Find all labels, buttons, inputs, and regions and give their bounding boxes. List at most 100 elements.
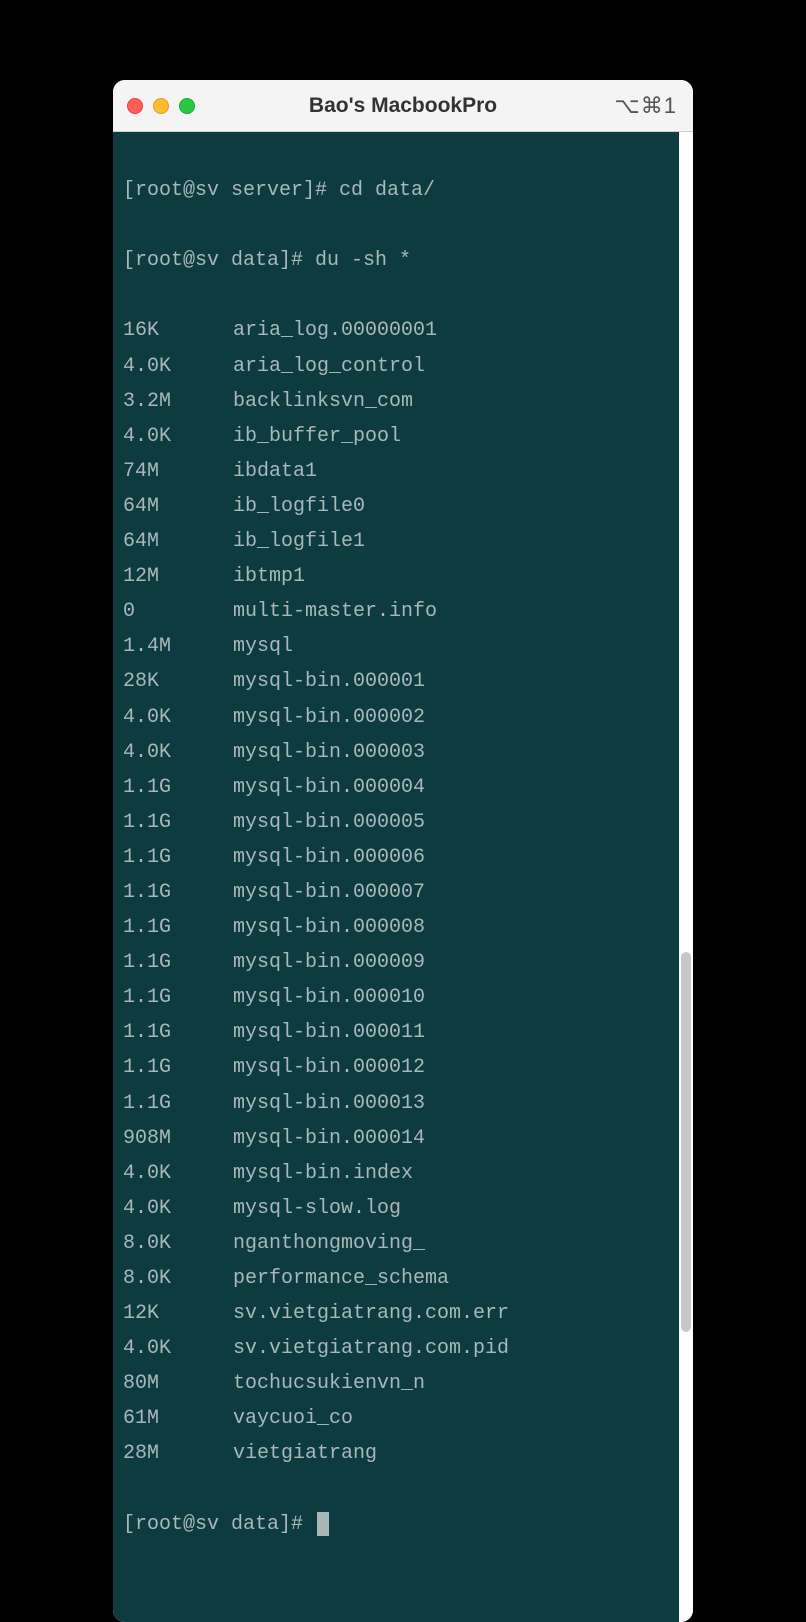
file-name: vietgiatrang [233, 1436, 669, 1471]
terminal-wrap: [root@sv server]# cd data/ [root@sv data… [113, 132, 693, 1622]
du-row: 3.2Mbacklinksvn_com [123, 384, 669, 419]
file-name: mysql-bin.000004 [233, 770, 669, 805]
file-size: 4.0K [123, 1156, 233, 1191]
file-size: 4.0K [123, 700, 233, 735]
file-size: 8.0K [123, 1261, 233, 1296]
file-size: 4.0K [123, 419, 233, 454]
file-size: 12M [123, 559, 233, 594]
du-row: 8.0Kperformance_schema [123, 1261, 669, 1296]
file-name: mysql-bin.000001 [233, 664, 669, 699]
file-size: 1.1G [123, 770, 233, 805]
du-row: 0multi-master.info [123, 594, 669, 629]
du-row: 16Karia_log.00000001 [123, 313, 669, 348]
file-name: mysql-bin.index [233, 1156, 669, 1191]
file-name: mysql-bin.000012 [233, 1050, 669, 1085]
traffic-lights [127, 98, 195, 114]
file-name: ib_logfile1 [233, 524, 669, 559]
du-row: 12Ksv.vietgiatrang.com.err [123, 1296, 669, 1331]
file-size: 1.1G [123, 875, 233, 910]
file-size: 1.4M [123, 629, 233, 664]
prompt-line: [root@sv server]# cd data/ [123, 173, 669, 208]
file-size: 4.0K [123, 349, 233, 384]
file-name: mysql-bin.000005 [233, 805, 669, 840]
file-size: 1.1G [123, 980, 233, 1015]
file-size: 1.1G [123, 910, 233, 945]
titlebar[interactable]: Bao's MacbookPro ⌥⌘1 [113, 80, 693, 132]
file-size: 8.0K [123, 1226, 233, 1261]
file-name: mysql-bin.000009 [233, 945, 669, 980]
close-icon[interactable] [127, 98, 143, 114]
prompt-line: [root@sv data]# [123, 1507, 669, 1542]
du-row: 1.1Gmysql-bin.000012 [123, 1050, 669, 1085]
du-row: 4.0Kmysql-slow.log [123, 1191, 669, 1226]
window-shortcut: ⌥⌘1 [614, 93, 677, 119]
file-name: sv.vietgiatrang.com.err [233, 1296, 669, 1331]
file-name: mysql [233, 629, 669, 664]
file-name: ibtmp1 [233, 559, 669, 594]
du-row: 64Mib_logfile0 [123, 489, 669, 524]
du-row: 64Mib_logfile1 [123, 524, 669, 559]
file-size: 64M [123, 489, 233, 524]
file-size: 1.1G [123, 945, 233, 980]
file-name: tochucsukienvn_n [233, 1366, 669, 1401]
file-name: aria_log.00000001 [233, 313, 669, 348]
file-size: 1.1G [123, 805, 233, 840]
file-name: mysql-bin.000013 [233, 1086, 669, 1121]
du-row: 1.1Gmysql-bin.000005 [123, 805, 669, 840]
file-name: mysql-bin.000002 [233, 700, 669, 735]
du-row: 1.4Mmysql [123, 629, 669, 664]
du-row: 4.0Karia_log_control [123, 349, 669, 384]
du-row: 1.1Gmysql-bin.000006 [123, 840, 669, 875]
file-size: 74M [123, 454, 233, 489]
du-row: 28Mvietgiatrang [123, 1436, 669, 1471]
file-size: 16K [123, 313, 233, 348]
du-row: 4.0Kib_buffer_pool [123, 419, 669, 454]
file-size: 28K [123, 664, 233, 699]
du-row: 4.0Ksv.vietgiatrang.com.pid [123, 1331, 669, 1366]
file-size: 1.1G [123, 840, 233, 875]
du-row: 4.0Kmysql-bin.000003 [123, 735, 669, 770]
file-size: 908M [123, 1121, 233, 1156]
file-size: 1.1G [123, 1015, 233, 1050]
file-name: mysql-bin.000010 [233, 980, 669, 1015]
file-size: 4.0K [123, 1191, 233, 1226]
du-row: 74Mibdata1 [123, 454, 669, 489]
terminal-body[interactable]: [root@sv server]# cd data/ [root@sv data… [113, 132, 679, 1622]
file-size: 1.1G [123, 1086, 233, 1121]
du-row: 1.1Gmysql-bin.000011 [123, 1015, 669, 1050]
file-name: nganthongmoving_ [233, 1226, 669, 1261]
window-title: Bao's MacbookPro [309, 94, 497, 118]
du-row: 1.1Gmysql-bin.000004 [123, 770, 669, 805]
cursor-icon [317, 1512, 329, 1536]
file-name: aria_log_control [233, 349, 669, 384]
file-name: mysql-bin.000006 [233, 840, 669, 875]
file-name: mysql-bin.000008 [233, 910, 669, 945]
du-row: 28Kmysql-bin.000001 [123, 664, 669, 699]
du-row: 1.1Gmysql-bin.000009 [123, 945, 669, 980]
du-row: 1.1Gmysql-bin.000010 [123, 980, 669, 1015]
scrollbar-thumb[interactable] [681, 952, 691, 1332]
file-name: multi-master.info [233, 594, 669, 629]
file-name: performance_schema [233, 1261, 669, 1296]
du-row: 4.0Kmysql-bin.index [123, 1156, 669, 1191]
file-size: 0 [123, 594, 233, 629]
du-row: 4.0Kmysql-bin.000002 [123, 700, 669, 735]
prompt-line: [root@sv data]# du -sh * [123, 243, 669, 278]
prompt-text: [root@sv data]# [123, 1513, 315, 1536]
file-name: sv.vietgiatrang.com.pid [233, 1331, 669, 1366]
file-size: 28M [123, 1436, 233, 1471]
file-name: backlinksvn_com [233, 384, 669, 419]
minimize-icon[interactable] [153, 98, 169, 114]
du-output: 16Karia_log.000000014.0Karia_log_control… [123, 313, 669, 1471]
file-name: mysql-slow.log [233, 1191, 669, 1226]
file-size: 3.2M [123, 384, 233, 419]
file-size: 12K [123, 1296, 233, 1331]
terminal-window: Bao's MacbookPro ⌥⌘1 [root@sv server]# c… [113, 80, 693, 1622]
file-name: ibdata1 [233, 454, 669, 489]
du-row: 8.0Knganthongmoving_ [123, 1226, 669, 1261]
du-row: 1.1Gmysql-bin.000008 [123, 910, 669, 945]
file-name: mysql-bin.000014 [233, 1121, 669, 1156]
file-size: 80M [123, 1366, 233, 1401]
zoom-icon[interactable] [179, 98, 195, 114]
file-size: 1.1G [123, 1050, 233, 1085]
